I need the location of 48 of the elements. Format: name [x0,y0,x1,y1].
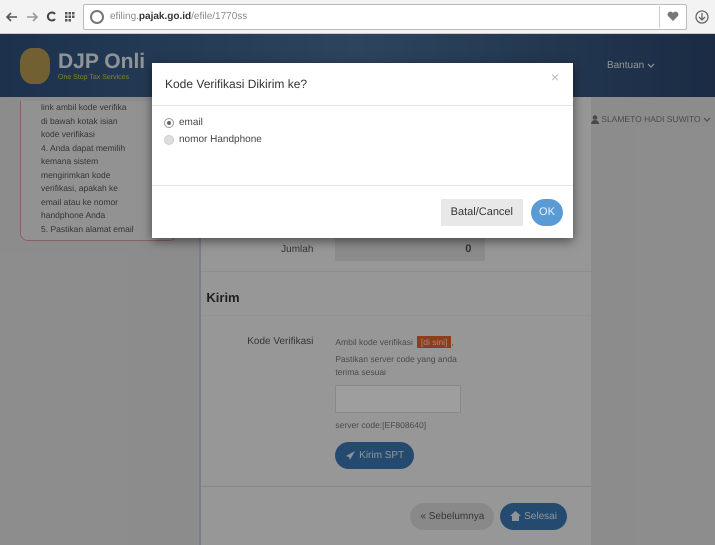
back-icon[interactable] [6,12,18,22]
grid-icon[interactable] [65,12,75,22]
radio-option[interactable]: nomor Handphone [164,134,561,145]
url-text: efiling.pajak.go.id/efile/1770ss [110,11,248,22]
help-text: handphone Anda [41,209,106,222]
home-icon [510,510,522,521]
paper-plane-icon [345,450,356,461]
dialog-title: Kode Verifikasi Dikirim ke? [165,77,308,91]
send-button[interactable]: Kirim SPT [335,442,414,469]
help-text: mengirimkan kode [41,168,112,182]
heart-icon[interactable] [667,11,679,22]
note-text: Pastikan server code yang anda terima sesuai [335,353,458,379]
user-icon [590,115,599,124]
finish-button[interactable]: Selesai [500,502,567,530]
reload-icon[interactable] [46,11,57,22]
radio-button[interactable] [164,118,174,128]
download-icon[interactable] [695,10,709,24]
help-text: link ambil kode verifika [41,101,128,114]
option-label: email [179,117,203,128]
help-text: verifikasi, apakah ke [41,182,120,195]
total-field: 0 [335,237,486,261]
help-text: kemana sistem [41,155,100,168]
chevron-down-icon [703,117,711,122]
radio-button[interactable] [164,134,174,144]
field-label: Jumlah [280,244,314,254]
previous-button[interactable]: « Sebelumnya [410,502,494,530]
hint-text: Ambil kode verifikasi [335,337,413,347]
option-label: nomor Handphone [179,134,262,145]
close-icon[interactable]: × [550,69,559,85]
site-logo-title: DJP Onli [58,50,146,74]
user-menu[interactable]: SLAMETO HADI SUWITO [590,114,711,124]
cancel-button[interactable]: Batal/Cancel [440,198,523,226]
help-text: kode verifikasi [41,128,96,141]
chevron-down-icon [647,62,655,68]
help-text: 5. Pastikan alamat email [41,222,135,236]
radio-option[interactable]: email [164,117,561,128]
help-menu[interactable]: Bantuan [606,60,655,71]
ok-button[interactable]: OK [531,198,563,226]
forward-icon[interactable] [26,12,38,22]
field-label: Kode Verifikasi [246,336,314,347]
code-link[interactable]: [di sini] [416,336,452,348]
address-bar[interactable]: efiling.pajak.go.id/efile/1770ss [83,4,687,30]
server-code-text: server code:[EF808640] [335,419,428,432]
hint-text: , [451,337,454,347]
help-text: 4. Anda dapat memilih [41,142,126,155]
help-text: di bawah kotak isian [41,114,119,128]
section-title: Kirim [201,271,591,316]
help-text: email atau ke nomor [41,196,120,208]
